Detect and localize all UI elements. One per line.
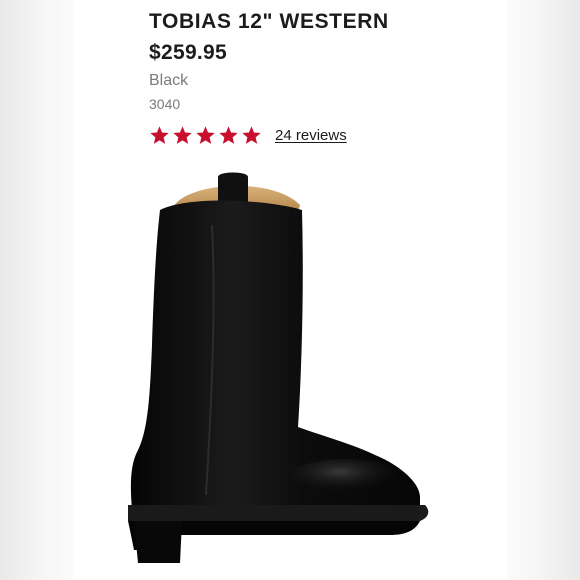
boot-toe-shine: [290, 459, 400, 495]
star-icon: [196, 125, 215, 144]
star-icon: [173, 125, 192, 144]
boot-heel: [134, 521, 182, 563]
product-color: Black: [149, 72, 189, 89]
star-icon: [242, 125, 261, 144]
boot-welt: [128, 505, 429, 521]
western-boot-icon: [128, 172, 429, 563]
left-backdrop: [0, 0, 73, 580]
right-backdrop: [507, 0, 580, 580]
star-rating: [149, 125, 262, 146]
product-price: $259.95: [149, 41, 228, 64]
product-title: TOBIAS 12" WESTERN: [149, 10, 389, 33]
star-icon: [150, 125, 169, 144]
product-sku: 3040: [149, 96, 181, 112]
star-icon: [219, 125, 238, 144]
rating-row: 24 reviews: [149, 124, 347, 146]
reviews-link[interactable]: 24 reviews: [275, 127, 347, 144]
